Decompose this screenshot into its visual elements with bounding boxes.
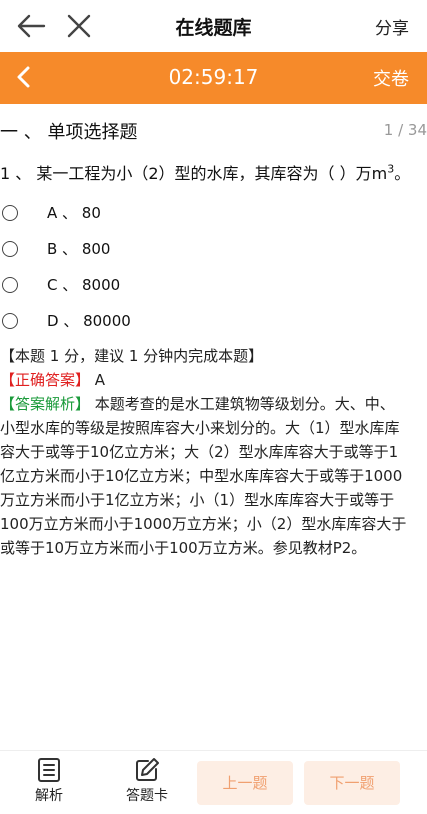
analysis-line: 容大于或等于10亿立方米；大（2）型水库库容大于或等于1 [0,443,399,461]
analysis-line: 或等于10万立方米而小于100万立方米。参见教材P2。 [0,539,367,557]
top-navigation: 在线题库 分享 [0,0,427,52]
analysis-line: 小型水库的等级是按照库容大小来划分的。大（1）型水库库 [0,419,400,437]
edit-icon [136,758,159,781]
previous-question-button[interactable]: 上一题 [197,761,293,805]
option-d[interactable]: D 、 80000 [0,310,300,336]
correct-answer-label: 【正确答案】 [0,371,91,389]
score-note: 【本题 1 分，建议 1 分钟内完成本题】 [0,347,264,365]
radio-icon[interactable] [2,205,18,221]
question-text: 1 、 某一工程为小（2）型的水库，其库容为（ ）万m3。 [0,160,427,184]
analysis-line: 亿立方米而小于10亿立方米；中型水库库容大于或等于1000 [0,467,403,485]
bottom-toolbar: 解析 答题卡 上一题 下一题 [0,750,427,814]
answer-block: 【本题 1 分，建议 1 分钟内完成本题】 【正确答案】 A 【答案解析】 本题… [0,344,425,560]
correct-answer-value: A [90,371,106,389]
radio-icon[interactable] [2,241,18,257]
share-button[interactable]: 分享 [375,14,409,39]
option-b[interactable]: B 、 800 [0,238,300,264]
analysis-line: 【答案解析】 本题考查的是水工建筑物等级划分。大、中、 [0,392,425,416]
analysis-line: 100万立方米而小于1000万立方米；小（2）型水库库容大于 [0,515,407,533]
analysis-line: 万立方米而小于1亿立方米；小（1）型水库库容大于或等于 [0,491,395,509]
countdown-timer: 02:59:17 [168,65,259,89]
radio-icon[interactable] [2,313,18,329]
answer-card-button[interactable]: 答题卡 [117,757,177,805]
analysis-label: 【答案解析】 [0,395,91,413]
page-title: 在线题库 [175,17,252,39]
option-label: D 、 80000 [47,312,131,330]
timer-bar: 02:59:17 交卷 [0,52,427,104]
question-suffix: 。 [394,164,411,183]
option-c[interactable]: C 、 8000 [0,274,300,300]
answer-card-button-label: 答题卡 [126,788,168,804]
analysis-button[interactable]: 解析 [19,757,79,805]
list-document-icon [38,758,60,782]
next-question-button[interactable]: 下一题 [304,761,400,805]
section-title: 一 、 单项选择题 [0,122,138,143]
submit-exam-button[interactable]: 交卷 [373,65,409,91]
correct-answer: 【正确答案】 A [0,368,425,392]
option-label: B 、 800 [47,240,111,258]
question-body: 1 、 某一工程为小（2）型的水库，其库容为（ ）万m [0,164,388,183]
radio-icon[interactable] [2,277,18,293]
analysis-text: 本题考查的是水工建筑物等级划分。大、中、 [90,395,395,413]
analysis-button-label: 解析 [35,788,63,804]
option-label: C 、 8000 [47,276,121,294]
page-indicator: 1 / 34 [383,121,427,139]
option-label: A 、 80 [47,204,101,222]
option-a[interactable]: A 、 80 [0,202,300,228]
